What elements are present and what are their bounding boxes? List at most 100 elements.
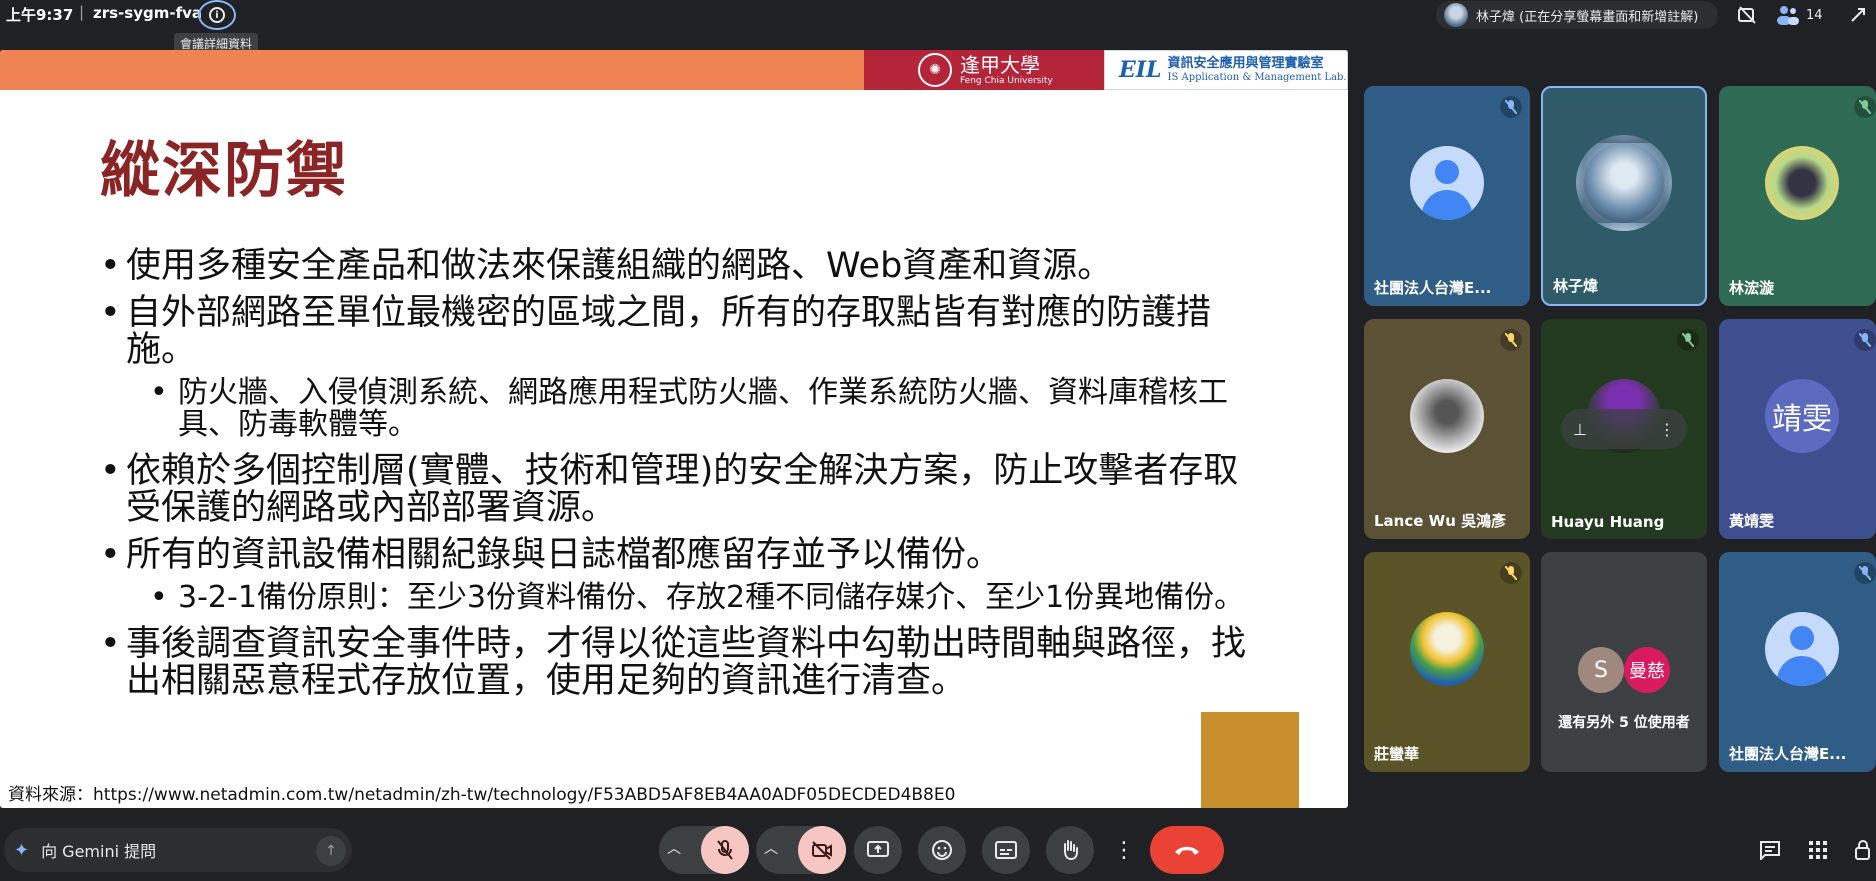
participant-tile[interactable]: 靖雯 黃靖雯 bbox=[1719, 319, 1876, 539]
lab-mark: EIL bbox=[1119, 57, 1162, 83]
bottom-toolbar: ✦ 向 Gemini 提問 ↑ ︿ ︿ ⋮ bbox=[0, 818, 1876, 881]
avatar bbox=[1765, 611, 1839, 686]
more-options-button[interactable]: ⋮ bbox=[1110, 826, 1138, 874]
captions-button[interactable] bbox=[982, 826, 1030, 874]
top-bar: 上午9:37 | zrs-sygm-fva i 會議詳細資料 林子煒 (正在分享… bbox=[0, 0, 1876, 54]
reactions-button[interactable] bbox=[918, 826, 966, 874]
bullet-item: 使用多種安全產品和做法來保護組織的網路、Web資產和資源。 bbox=[100, 248, 1260, 286]
mic-off-icon bbox=[1854, 96, 1876, 118]
bullet-list: 使用多種安全產品和做法來保護組織的網路、Web資產和資源。 自外部網路至單位最機… bbox=[100, 248, 1260, 710]
separator: | bbox=[79, 3, 85, 21]
camera-control[interactable]: ︿ bbox=[756, 826, 846, 874]
more-options-icon[interactable]: ⋮ bbox=[1659, 420, 1675, 439]
participant-tile[interactable]: 社團法人台灣E... bbox=[1364, 86, 1530, 306]
chevron-up-icon[interactable]: ︿ bbox=[667, 838, 681, 858]
seal-icon: ✺ bbox=[918, 53, 952, 87]
mic-off-icon bbox=[1854, 329, 1876, 351]
avatar: 曼慈 bbox=[1624, 647, 1670, 693]
mic-off-icon bbox=[717, 840, 733, 860]
meeting-details-button[interactable]: i bbox=[198, 0, 236, 30]
participant-tile[interactable]: 林浤漩 bbox=[1719, 86, 1876, 306]
meet-window: 上午9:37 | zrs-sygm-fva i 會議詳細資料 林子煒 (正在分享… bbox=[0, 0, 1876, 881]
avatar bbox=[1576, 135, 1672, 232]
mic-control[interactable]: ︿ bbox=[659, 826, 749, 874]
participant-tile[interactable]: 社團法人台灣E... bbox=[1719, 552, 1876, 772]
info-icon: i bbox=[209, 7, 225, 23]
participant-name: 社團法人台灣E... bbox=[1374, 279, 1492, 297]
participant-name: 莊蠻華 bbox=[1374, 745, 1420, 763]
bullet-item: 自外部網路至單位最機密的區域之間，所有的存取點皆有對應的防護措施。 bbox=[100, 295, 1260, 369]
meeting-code: zrs-sygm-fva bbox=[93, 4, 203, 22]
participant-name: 黃靖雯 bbox=[1729, 512, 1775, 530]
source-citation: 資料來源：https://www.netadmin.com.tw/netadmi… bbox=[8, 785, 956, 805]
participant-name: 林浤漩 bbox=[1729, 279, 1775, 297]
gemini-input[interactable]: ✦ 向 Gemini 提問 ↑ bbox=[4, 828, 352, 872]
gemini-icon: ✦ bbox=[14, 839, 30, 861]
participant-name: Huayu Huang bbox=[1551, 513, 1665, 531]
camera-off-icon bbox=[812, 841, 832, 860]
participant-name: 林子煒 bbox=[1553, 277, 1599, 295]
camera-off-icon[interactable] bbox=[1736, 3, 1760, 27]
others-label: 還有另外 5 位使用者 bbox=[1558, 715, 1690, 731]
avatar bbox=[1410, 378, 1484, 453]
avatar bbox=[1410, 145, 1484, 220]
captions-icon bbox=[995, 841, 1017, 859]
participant-tile-active[interactable]: 林子煒 bbox=[1541, 86, 1707, 306]
raise-hand-button[interactable] bbox=[1046, 826, 1094, 874]
chat-icon[interactable] bbox=[1758, 838, 1782, 862]
pin-icon[interactable]: ⊥ bbox=[1573, 420, 1587, 439]
fcu-name-cn: 逢甲大學 bbox=[960, 53, 1040, 77]
lab-name-en: IS Application & Management Lab. bbox=[1167, 72, 1347, 83]
participant-tile[interactable]: ⊥ ⋮ Huayu Huang bbox=[1541, 319, 1707, 539]
tile-options-overlay[interactable]: ⊥ ⋮ bbox=[1561, 409, 1687, 449]
send-icon[interactable]: ↑ bbox=[316, 836, 346, 866]
mic-off-icon bbox=[1677, 329, 1699, 351]
mic-off-icon bbox=[1500, 96, 1522, 118]
fcu-name-en: Feng Chia University bbox=[960, 76, 1053, 86]
hang-up-icon bbox=[1175, 846, 1199, 855]
gemini-placeholder: 向 Gemini 提問 bbox=[41, 842, 157, 861]
participant-tile[interactable]: Lance Wu 吳鴻彥 bbox=[1364, 319, 1530, 539]
people-icon bbox=[1777, 6, 1799, 25]
shared-slide: ✺ 逢甲大學 Feng Chia University EIL 資訊安全應用與管… bbox=[0, 50, 1348, 808]
sub-bullet-item: 防火牆、入侵偵測系統、網路應用程式防火牆、作業系統防火牆、資料庫稽核工具、防毒軟… bbox=[150, 377, 1260, 441]
avatar bbox=[1444, 3, 1468, 27]
end-call-button[interactable] bbox=[1150, 826, 1224, 874]
collapse-icon[interactable] bbox=[1846, 3, 1870, 27]
presenter-chip[interactable]: 林子煒 (正在分享螢幕畫面和新增註解) bbox=[1436, 1, 1718, 29]
participant-name: 社團法人台灣E... bbox=[1729, 745, 1847, 763]
fcu-logo: ✺ 逢甲大學 Feng Chia University bbox=[864, 50, 1104, 90]
clock: 上午9:37 bbox=[6, 6, 74, 24]
slide-header-band bbox=[0, 50, 864, 90]
slide-title: 縱深防禦 bbox=[100, 136, 348, 206]
present-button[interactable] bbox=[854, 826, 902, 874]
activities-icon[interactable] bbox=[1806, 838, 1830, 862]
participants-button[interactable]: 14 bbox=[1776, 1, 1836, 29]
lab-logo: EIL 資訊安全應用與管理實驗室 IS Application & Manage… bbox=[1104, 50, 1348, 90]
present-screen-icon bbox=[867, 841, 889, 857]
presenter-label: 林子煒 (正在分享螢幕畫面和新增註解) bbox=[1476, 9, 1699, 25]
participant-name: Lance Wu 吳鴻彥 bbox=[1374, 512, 1507, 530]
bullet-item: 所有的資訊設備相關紀錄與日誌檔都應留存並予以備份。 bbox=[100, 537, 1260, 575]
lab-name-cn: 資訊安全應用與管理實驗室 bbox=[1167, 56, 1324, 71]
avatar bbox=[1410, 611, 1484, 686]
bullet-item: 依賴於多個控制層(實體、技術和管理)的安全解決方案，防止攻擊者存取受保護的網路或… bbox=[100, 453, 1260, 527]
host-controls-icon[interactable] bbox=[1852, 838, 1876, 862]
avatar: 靖雯 bbox=[1765, 378, 1839, 453]
emoji-icon bbox=[932, 840, 952, 860]
mic-off-icon bbox=[1854, 562, 1876, 584]
participant-tile[interactable]: 莊蠻華 bbox=[1364, 552, 1530, 772]
avatar bbox=[1765, 145, 1839, 220]
others-tile[interactable]: S 曼慈 還有另外 5 位使用者 bbox=[1541, 552, 1707, 772]
mic-off-icon bbox=[1500, 562, 1522, 584]
avatar: S bbox=[1578, 647, 1624, 693]
bullet-item: 事後調查資訊安全事件時，才得以從這些資料中勾勒出時間軸與路徑，找出相關惡意程式存… bbox=[100, 626, 1260, 700]
camera-toggle-button[interactable] bbox=[798, 826, 846, 874]
chevron-up-icon[interactable]: ︿ bbox=[764, 838, 778, 858]
mic-toggle-button[interactable] bbox=[701, 826, 749, 874]
annotation-block bbox=[1201, 712, 1299, 808]
more-vert-icon: ⋮ bbox=[1113, 837, 1135, 863]
mic-off-icon bbox=[1500, 329, 1522, 351]
participant-count: 14 bbox=[1806, 7, 1823, 23]
hand-icon bbox=[1064, 840, 1078, 861]
